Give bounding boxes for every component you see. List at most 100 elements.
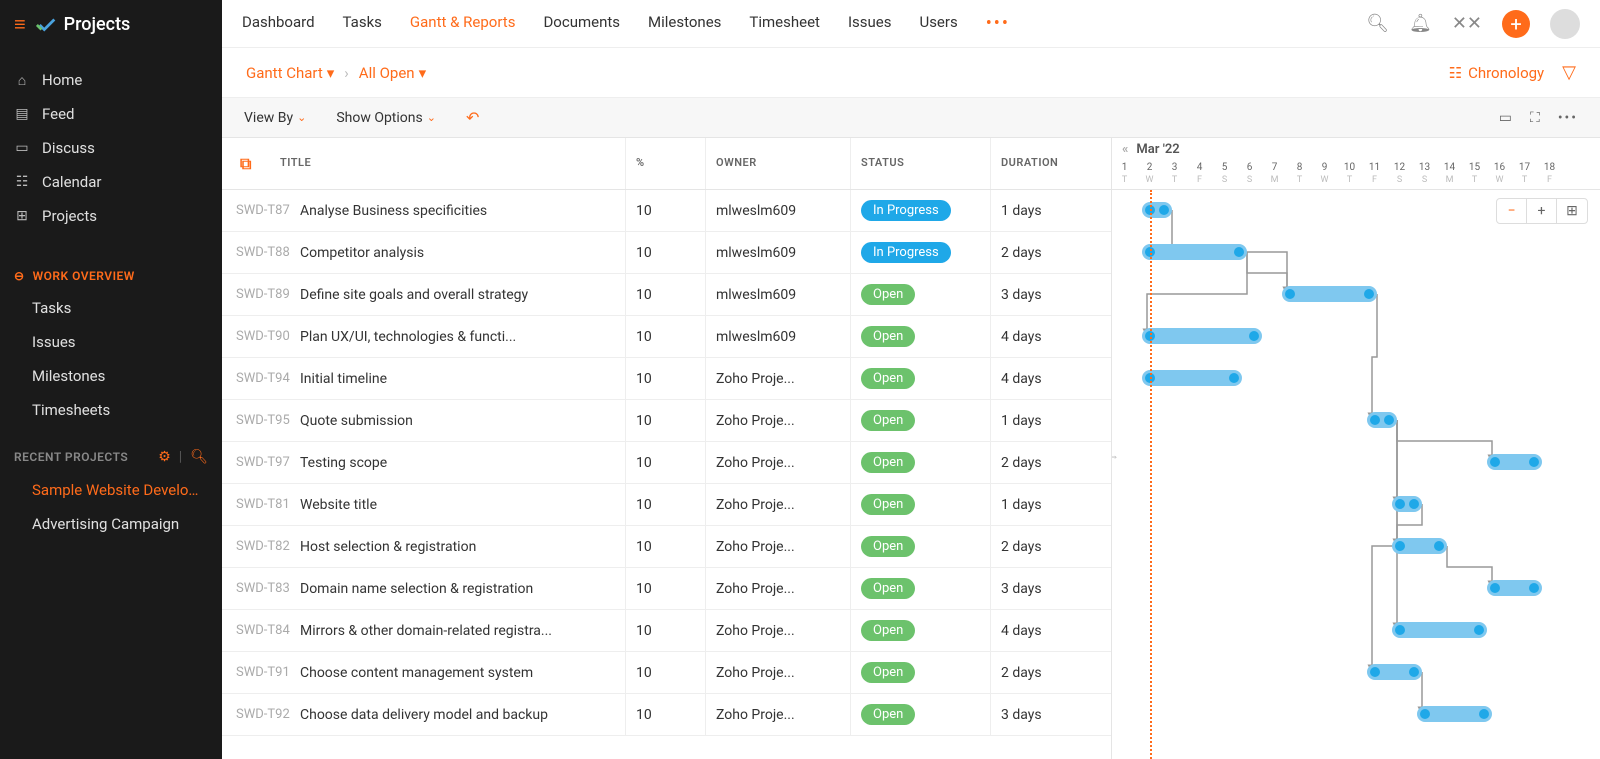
settings-icon[interactable]: ⚙ bbox=[158, 449, 171, 465]
add-button[interactable]: + bbox=[1502, 10, 1530, 38]
col-status[interactable]: STATUS bbox=[851, 138, 991, 189]
gantt-bar[interactable] bbox=[1142, 328, 1262, 344]
search-icon[interactable]: 🔍︎ bbox=[190, 449, 208, 465]
gantt-bar[interactable] bbox=[1142, 244, 1247, 260]
table-row[interactable]: SWD-T92Choose data delivery model and ba… bbox=[222, 694, 1111, 736]
sidebar-item-milestones[interactable]: Milestones bbox=[0, 359, 222, 393]
table-row[interactable]: SWD-T81Website title10Zoho Proje...Open1… bbox=[222, 484, 1111, 526]
gantt-bar[interactable] bbox=[1417, 706, 1492, 722]
table-row[interactable]: SWD-T89Define site goals and overall str… bbox=[222, 274, 1111, 316]
gantt-bar[interactable] bbox=[1392, 622, 1487, 638]
tab-milestones[interactable]: Milestones bbox=[648, 13, 721, 34]
tab-issues[interactable]: Issues bbox=[848, 13, 892, 34]
gantt-bar[interactable] bbox=[1142, 370, 1242, 386]
fit-icon[interactable]: ▭ bbox=[1499, 110, 1512, 126]
day-column: 12S bbox=[1387, 161, 1412, 187]
minus-circle-icon[interactable]: ⊖ bbox=[14, 269, 25, 283]
more-icon[interactable]: ••• bbox=[1558, 110, 1578, 126]
gantt-row bbox=[1112, 694, 1600, 736]
zoom-in-icon[interactable]: + bbox=[1527, 199, 1557, 223]
prev-month-icon[interactable]: « bbox=[1122, 142, 1128, 157]
undo-icon[interactable]: ↶ bbox=[466, 108, 479, 127]
show-options-dropdown[interactable]: Show Options ⌄ bbox=[336, 110, 436, 126]
task-title[interactable]: Domain name selection & registration bbox=[300, 568, 626, 609]
sidebar-item-feed[interactable]: ▤Feed bbox=[0, 97, 222, 131]
sidebar-item-projects[interactable]: ⊞Projects bbox=[0, 199, 222, 233]
tab-tasks[interactable]: Tasks bbox=[343, 13, 382, 34]
nav-icon: ⊞ bbox=[14, 208, 30, 224]
gantt-chart: ⇔ « Mar '22 1T2W3T4F5S6S7M8T9W10T11F12S1… bbox=[1112, 138, 1600, 759]
sidebar-item-home[interactable]: ⌂Home bbox=[0, 63, 222, 97]
task-percent: 10 bbox=[626, 568, 706, 609]
tab-timesheet[interactable]: Timesheet bbox=[749, 13, 820, 34]
all-open-dropdown[interactable]: All Open ▾ bbox=[359, 64, 426, 82]
recent-project[interactable]: Advertising Campaign bbox=[0, 507, 222, 541]
col-percent[interactable]: % bbox=[626, 138, 706, 189]
table-row[interactable]: SWD-T91Choose content management system1… bbox=[222, 652, 1111, 694]
task-title[interactable]: Choose data delivery model and backup bbox=[300, 694, 626, 735]
task-title[interactable]: Testing scope bbox=[300, 442, 626, 483]
gantt-bar[interactable] bbox=[1367, 664, 1422, 680]
sidebar-item-discuss[interactable]: ▭Discuss bbox=[0, 131, 222, 165]
task-title[interactable]: Host selection & registration bbox=[300, 526, 626, 567]
table-row[interactable]: SWD-T90Plan UX/UI, technologies & functi… bbox=[222, 316, 1111, 358]
search-icon[interactable]: 🔍︎ bbox=[1366, 13, 1389, 34]
gantt-row bbox=[1112, 316, 1600, 358]
avatar[interactable] bbox=[1550, 9, 1580, 39]
hierarchy-icon[interactable]: ⧉ bbox=[240, 154, 252, 174]
view-by-dropdown[interactable]: View By ⌄ bbox=[244, 110, 306, 126]
col-owner[interactable]: OWNER bbox=[706, 138, 851, 189]
task-title[interactable]: Competitor analysis bbox=[300, 232, 626, 273]
gantt-bar[interactable] bbox=[1392, 538, 1447, 554]
sidebar-item-tasks[interactable]: Tasks bbox=[0, 291, 222, 325]
zoom-out-icon[interactable]: − bbox=[1497, 199, 1527, 223]
task-owner: Zoho Proje... bbox=[706, 400, 851, 441]
sidebar-item-calendar[interactable]: ☷Calendar bbox=[0, 165, 222, 199]
task-title[interactable]: Initial timeline bbox=[300, 358, 626, 399]
sidebar-item-issues[interactable]: Issues bbox=[0, 325, 222, 359]
tab-documents[interactable]: Documents bbox=[543, 13, 620, 34]
task-status: In Progress bbox=[851, 232, 991, 273]
gantt-bar[interactable] bbox=[1487, 454, 1542, 470]
task-title[interactable]: Analyse Business specificities bbox=[300, 190, 626, 231]
hamburger-icon[interactable]: ≡ bbox=[14, 12, 26, 37]
task-title[interactable]: Plan UX/UI, technologies & functi... bbox=[300, 316, 626, 357]
task-title[interactable]: Website title bbox=[300, 484, 626, 525]
timeline-icon: ☷ bbox=[1449, 64, 1462, 82]
tools-icon[interactable]: ✕✕ bbox=[1452, 13, 1482, 34]
breadcrumb-separator: › bbox=[344, 64, 349, 82]
expand-icon[interactable]: ⛶ bbox=[1530, 110, 1540, 126]
filter-icon[interactable]: ▽ bbox=[1562, 62, 1576, 83]
gantt-bar[interactable] bbox=[1392, 496, 1422, 512]
task-title[interactable]: Choose content management system bbox=[300, 652, 626, 693]
table-row[interactable]: SWD-T95Quote submission10Zoho Proje...Op… bbox=[222, 400, 1111, 442]
gantt-row bbox=[1112, 442, 1600, 484]
zoom-fit-icon[interactable]: ⊞ bbox=[1557, 199, 1587, 223]
task-title[interactable]: Define site goals and overall strategy bbox=[300, 274, 626, 315]
table-row[interactable]: SWD-T97Testing scope10Zoho Proje...Open2… bbox=[222, 442, 1111, 484]
gantt-bar[interactable] bbox=[1142, 202, 1172, 218]
table-row[interactable]: SWD-T83Domain name selection & registrat… bbox=[222, 568, 1111, 610]
recent-project[interactable]: Sample Website Develo… bbox=[0, 473, 222, 507]
table-row[interactable]: SWD-T82Host selection & registration10Zo… bbox=[222, 526, 1111, 568]
gantt-bar[interactable] bbox=[1282, 286, 1377, 302]
tab-gantt-reports[interactable]: Gantt & Reports bbox=[410, 13, 516, 34]
col-duration[interactable]: DURATION bbox=[991, 138, 1111, 189]
gantt-bar[interactable] bbox=[1367, 412, 1397, 428]
gantt-bar[interactable] bbox=[1487, 580, 1542, 596]
tab-dashboard[interactable]: Dashboard bbox=[242, 13, 315, 34]
col-title[interactable]: TITLE bbox=[270, 138, 626, 189]
sidebar-item-timesheets[interactable]: Timesheets bbox=[0, 393, 222, 427]
task-title[interactable]: Mirrors & other domain-related registra.… bbox=[300, 610, 626, 651]
status-badge: In Progress bbox=[861, 200, 951, 221]
more-tabs-icon[interactable]: ••• bbox=[986, 13, 1010, 34]
table-row[interactable]: SWD-T94Initial timeline10Zoho Proje...Op… bbox=[222, 358, 1111, 400]
gantt-chart-dropdown[interactable]: Gantt Chart ▾ bbox=[246, 64, 334, 82]
bell-icon[interactable]: 🔔︎ bbox=[1409, 13, 1432, 34]
task-title[interactable]: Quote submission bbox=[300, 400, 626, 441]
table-row[interactable]: SWD-T84Mirrors & other domain-related re… bbox=[222, 610, 1111, 652]
tab-users[interactable]: Users bbox=[919, 13, 957, 34]
chronology-button[interactable]: ☷Chronology bbox=[1449, 64, 1545, 82]
table-row[interactable]: SWD-T88Competitor analysis10mlweslm609In… bbox=[222, 232, 1111, 274]
table-row[interactable]: SWD-T87Analyse Business specificities10m… bbox=[222, 190, 1111, 232]
